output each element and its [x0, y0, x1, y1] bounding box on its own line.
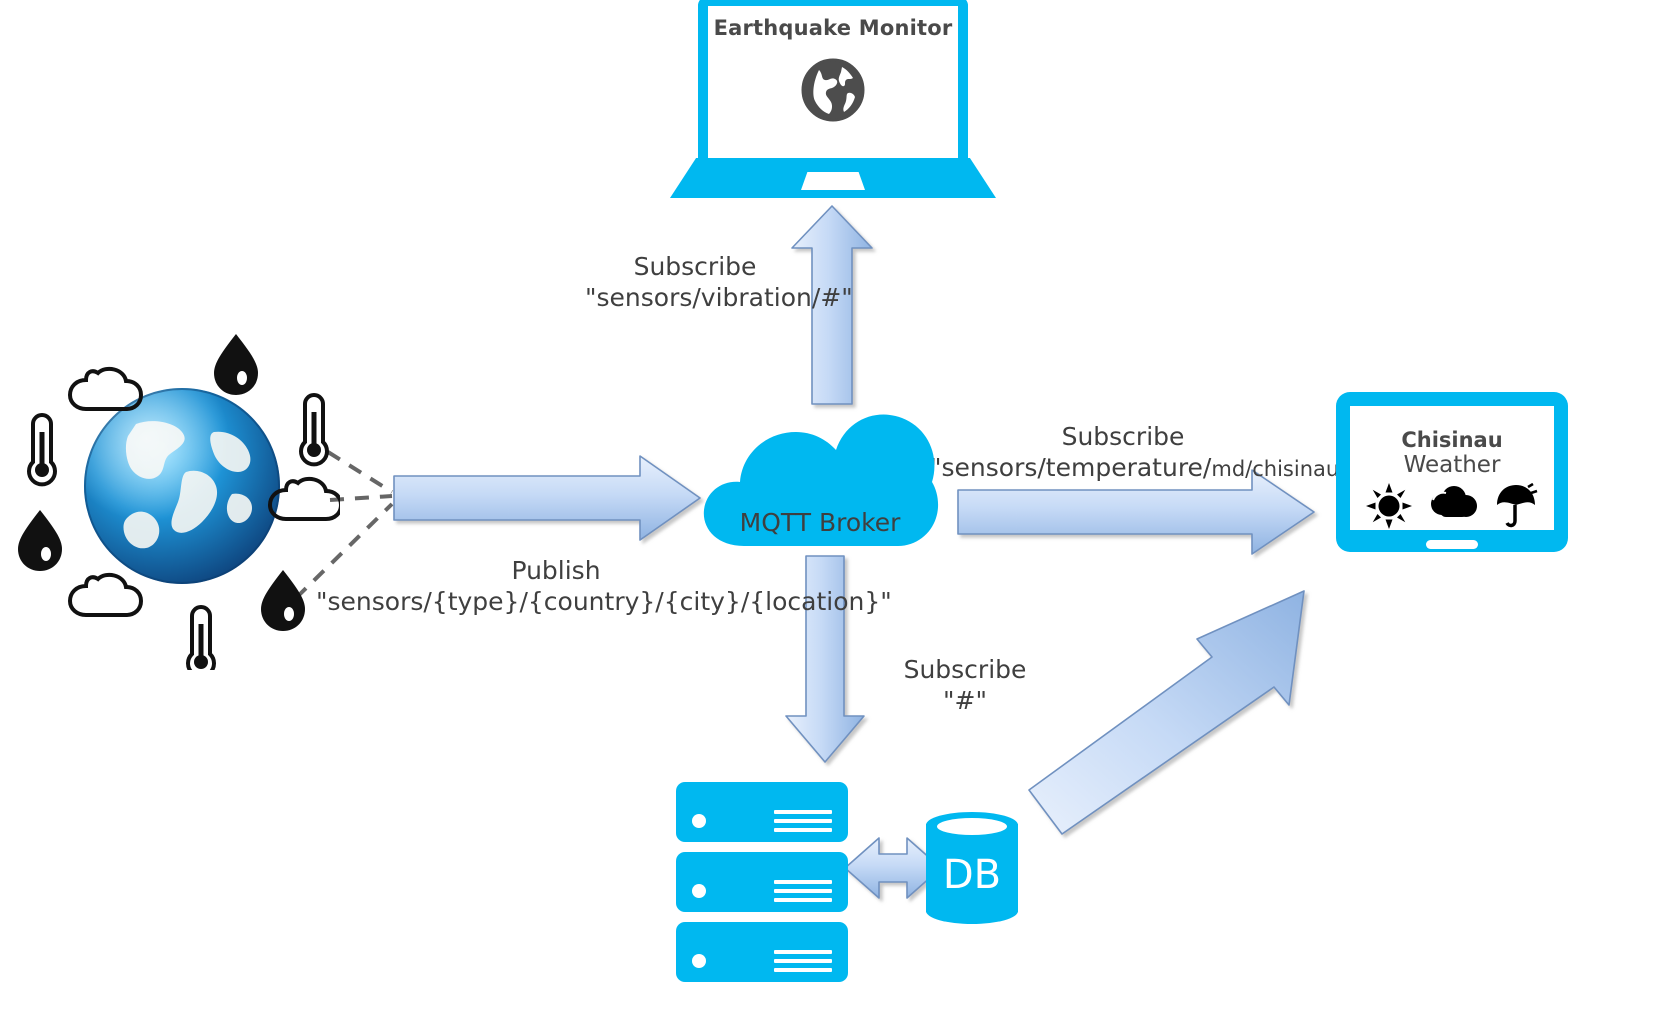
label-subscribe-temperature: Subscribe "sensors/temperature/md/chisin… — [930, 422, 1351, 484]
thermometer-icon — [186, 605, 216, 670]
cloud-icon — [67, 366, 144, 411]
label-line-1: Subscribe — [1061, 422, 1185, 451]
label-subscribe-vibration: Subscribe "sensors/vibration/#" — [585, 252, 853, 313]
db-label: DB — [942, 852, 1002, 898]
server-rack[interactable] — [676, 782, 848, 1014]
server-vents-icon — [774, 810, 832, 837]
label-line-2: "sensors/{type}/{country}/{city}/{locati… — [316, 586, 892, 616]
umbrella-icon — [1497, 483, 1538, 528]
topic-suffix: md/chisinau — [1211, 456, 1340, 481]
sun-icon — [1366, 483, 1412, 529]
water-drop-icon — [214, 334, 258, 395]
water-drop-icon — [261, 570, 305, 631]
label-line-1: Publish — [511, 556, 601, 585]
server-vents-icon — [774, 880, 832, 907]
server-led-icon — [692, 814, 706, 828]
weather-icon-row — [1358, 482, 1546, 530]
topic-prefix: "sensors/temperature/ — [930, 452, 1212, 482]
server-unit[interactable] — [676, 922, 848, 982]
chisinau-weather-monitor[interactable]: Chisinau Weather — [1336, 392, 1568, 568]
server-unit[interactable] — [676, 782, 848, 842]
server-led-icon — [692, 884, 706, 898]
label-line-1: Subscribe — [633, 252, 757, 281]
monitor-title-city: Chisinau — [1401, 428, 1503, 452]
monitor-title-weather: Weather — [1403, 452, 1501, 478]
label-line-2: "sensors/vibration/#" — [585, 282, 853, 312]
globe-icon — [801, 58, 865, 122]
label-publish: Publish "sensors/{type}/{country}/{city}… — [316, 556, 892, 617]
label-line-2: "sensors/temperature/md/chisinau" — [930, 452, 1351, 484]
diagram-canvas: Subscribe "sensors/vibration/#" Publish … — [0, 0, 1671, 1014]
label-line-2: "#" — [943, 685, 987, 715]
water-drop-icon — [18, 510, 62, 571]
sensor-icon-cluster — [18, 334, 340, 670]
arrow-publish — [393, 455, 701, 541]
laptop-trackpad-notch — [801, 172, 865, 190]
cloud-icon — [1431, 486, 1477, 517]
monitor-stand — [1426, 540, 1478, 549]
laptop-title: Earthquake Monitor — [713, 16, 953, 40]
broker-label: MQTT Broker — [739, 508, 901, 537]
thermometer-icon — [27, 413, 57, 487]
server-vents-icon — [774, 950, 832, 977]
cloud-icon — [267, 476, 340, 521]
cloud-icon — [67, 572, 144, 617]
monitor-frame: Chisinau Weather — [1336, 392, 1568, 552]
mqtt-broker-node[interactable]: MQTT Broker — [700, 408, 940, 550]
db-top-hole — [937, 818, 1007, 835]
thermometer-icon — [299, 393, 329, 467]
database-node[interactable]: DB — [926, 812, 1018, 924]
server-unit[interactable] — [676, 852, 848, 912]
server-led-icon — [692, 954, 706, 968]
label-subscribe-all: Subscribe "#" — [855, 655, 1075, 716]
earthquake-monitor-laptop[interactable]: Earthquake Monitor — [670, 0, 996, 200]
label-line-1: Subscribe — [903, 655, 1027, 684]
